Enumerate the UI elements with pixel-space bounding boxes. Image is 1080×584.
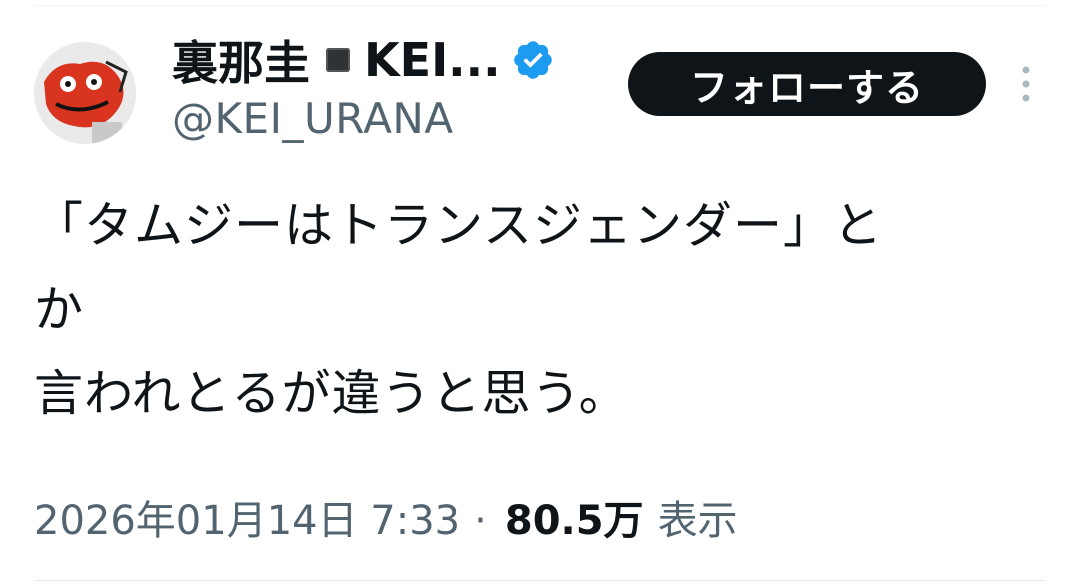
- tweet-meta: 2026年01月14日 7:33 · 80.5万 表示: [34, 488, 738, 546]
- more-vertical-icon[interactable]: [1012, 62, 1040, 106]
- top-divider: [34, 5, 1046, 6]
- black-square-emoji-icon: [326, 48, 350, 72]
- avatar-image: [34, 42, 136, 144]
- avatar[interactable]: [34, 42, 136, 144]
- views-label: 表示: [657, 498, 738, 544]
- tweet-text-line: 「タムジーはトランスジェンダー」と: [34, 197, 884, 254]
- author-block: 裏那圭 KEI... @KEI_URANA: [172, 30, 612, 143]
- tweet-text-line: か: [34, 281, 85, 338]
- display-name[interactable]: 裏那圭: [172, 27, 310, 93]
- user-handle[interactable]: @KEI_URANA: [172, 94, 612, 143]
- tweet-text: 「タムジーはトランスジェンダー」と か 言われとるが違うと思う。: [34, 184, 1044, 436]
- bottom-divider: [34, 580, 1046, 581]
- views-count[interactable]: 80.5万: [505, 488, 644, 546]
- timestamp[interactable]: 2026年01月14日 7:33: [34, 488, 460, 546]
- tweet-text-line: 言われとるが違うと思う。: [34, 365, 629, 422]
- name-row[interactable]: 裏那圭 KEI...: [172, 30, 612, 90]
- verified-badge-icon[interactable]: [511, 38, 555, 82]
- meta-separator: ·: [474, 498, 487, 544]
- display-name-truncated[interactable]: KEI...: [364, 33, 501, 87]
- follow-button[interactable]: フォローする: [628, 52, 986, 116]
